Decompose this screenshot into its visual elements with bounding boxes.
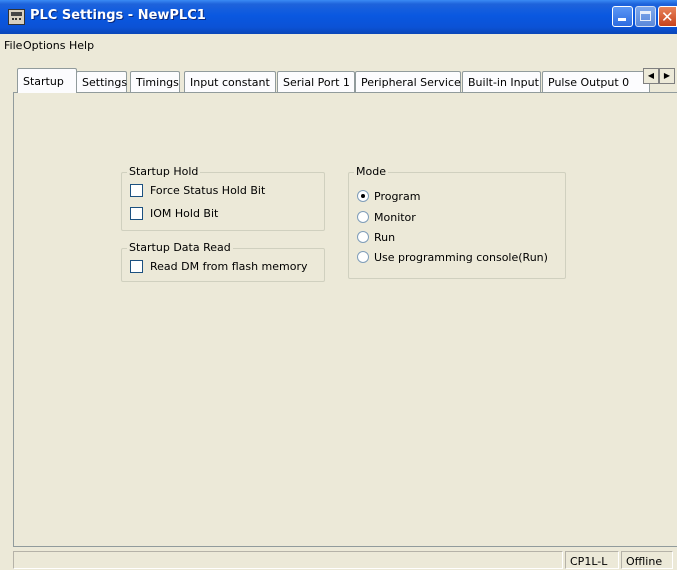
startup-data-read-title: Startup Data Read <box>127 241 233 254</box>
radio-button[interactable] <box>357 211 369 223</box>
status-connection: Offline <box>621 551 673 569</box>
mode-group: Mode Program Monitor Run Use programming… <box>348 165 566 279</box>
menu-options[interactable]: Options <box>23 39 65 52</box>
tab-input-constant[interactable]: Input constant <box>184 71 276 92</box>
close-icon: ✕ <box>661 8 674 26</box>
checkbox-box[interactable] <box>130 184 143 197</box>
radio-button-selected[interactable] <box>357 190 369 202</box>
tab-scroll-right-button[interactable]: ▶ <box>659 68 675 84</box>
maximize-icon <box>640 11 651 21</box>
plc-settings-window: PLC Settings - NewPLC1 ✕ File Options He… <box>0 0 677 570</box>
menu-file[interactable]: File <box>4 39 22 52</box>
startup-data-read-group: Startup Data Read Read DM from flash mem… <box>121 241 325 282</box>
close-button[interactable]: ✕ <box>658 6 677 27</box>
tab-built-in-input[interactable]: Built-in Input <box>462 71 541 92</box>
iom-hold-bit-label: IOM Hold Bit <box>150 207 219 220</box>
mode-monitor-label: Monitor <box>374 211 416 224</box>
menu-help[interactable]: Help <box>69 39 94 52</box>
minimize-button[interactable] <box>612 6 633 27</box>
menu-bar: File Options Help <box>0 34 677 56</box>
startup-hold-title: Startup Hold <box>127 165 201 178</box>
startup-tab-panel: Startup Hold Force Status Hold Bit IOM H… <box>13 92 677 547</box>
minimize-icon <box>618 18 626 21</box>
mode-title: Mode <box>354 165 388 178</box>
status-message-cell <box>13 551 563 569</box>
read-dm-flash-label: Read DM from flash memory <box>150 260 308 273</box>
tab-timings[interactable]: Timings <box>130 71 180 92</box>
tab-strip: Startup Settings Timings Input constant … <box>0 68 677 93</box>
status-model: CP1L-L <box>565 551 619 569</box>
tab-scroll-left-button[interactable]: ◀ <box>643 68 659 84</box>
tab-peripheral-service[interactable]: Peripheral Service <box>355 71 461 92</box>
plc-app-icon <box>8 9 25 25</box>
radio-button[interactable] <box>357 231 369 243</box>
force-status-hold-bit-label: Force Status Hold Bit <box>150 184 266 197</box>
tab-startup[interactable]: Startup <box>17 68 77 93</box>
mode-console-run-label: Use programming console(Run) <box>374 251 548 264</box>
tab-settings[interactable]: Settings <box>76 71 127 92</box>
arrow-right-icon: ▶ <box>663 71 671 80</box>
window-title: PLC Settings - NewPLC1 <box>30 8 206 23</box>
checkbox-box[interactable] <box>130 260 143 273</box>
checkbox-box[interactable] <box>130 207 143 220</box>
tab-serial-port-1[interactable]: Serial Port 1 <box>277 71 355 92</box>
status-bar: CP1L-L Offline <box>0 547 677 570</box>
tab-pulse-output-0[interactable]: Pulse Output 0 <box>542 71 650 92</box>
arrow-left-icon: ◀ <box>647 71 655 80</box>
startup-hold-group: Startup Hold Force Status Hold Bit IOM H… <box>121 165 325 231</box>
mode-run-label: Run <box>374 231 396 244</box>
radio-button[interactable] <box>357 251 369 263</box>
maximize-button[interactable] <box>635 6 656 27</box>
mode-program-label: Program <box>374 190 421 203</box>
title-bar[interactable]: PLC Settings - NewPLC1 ✕ <box>0 0 677 34</box>
